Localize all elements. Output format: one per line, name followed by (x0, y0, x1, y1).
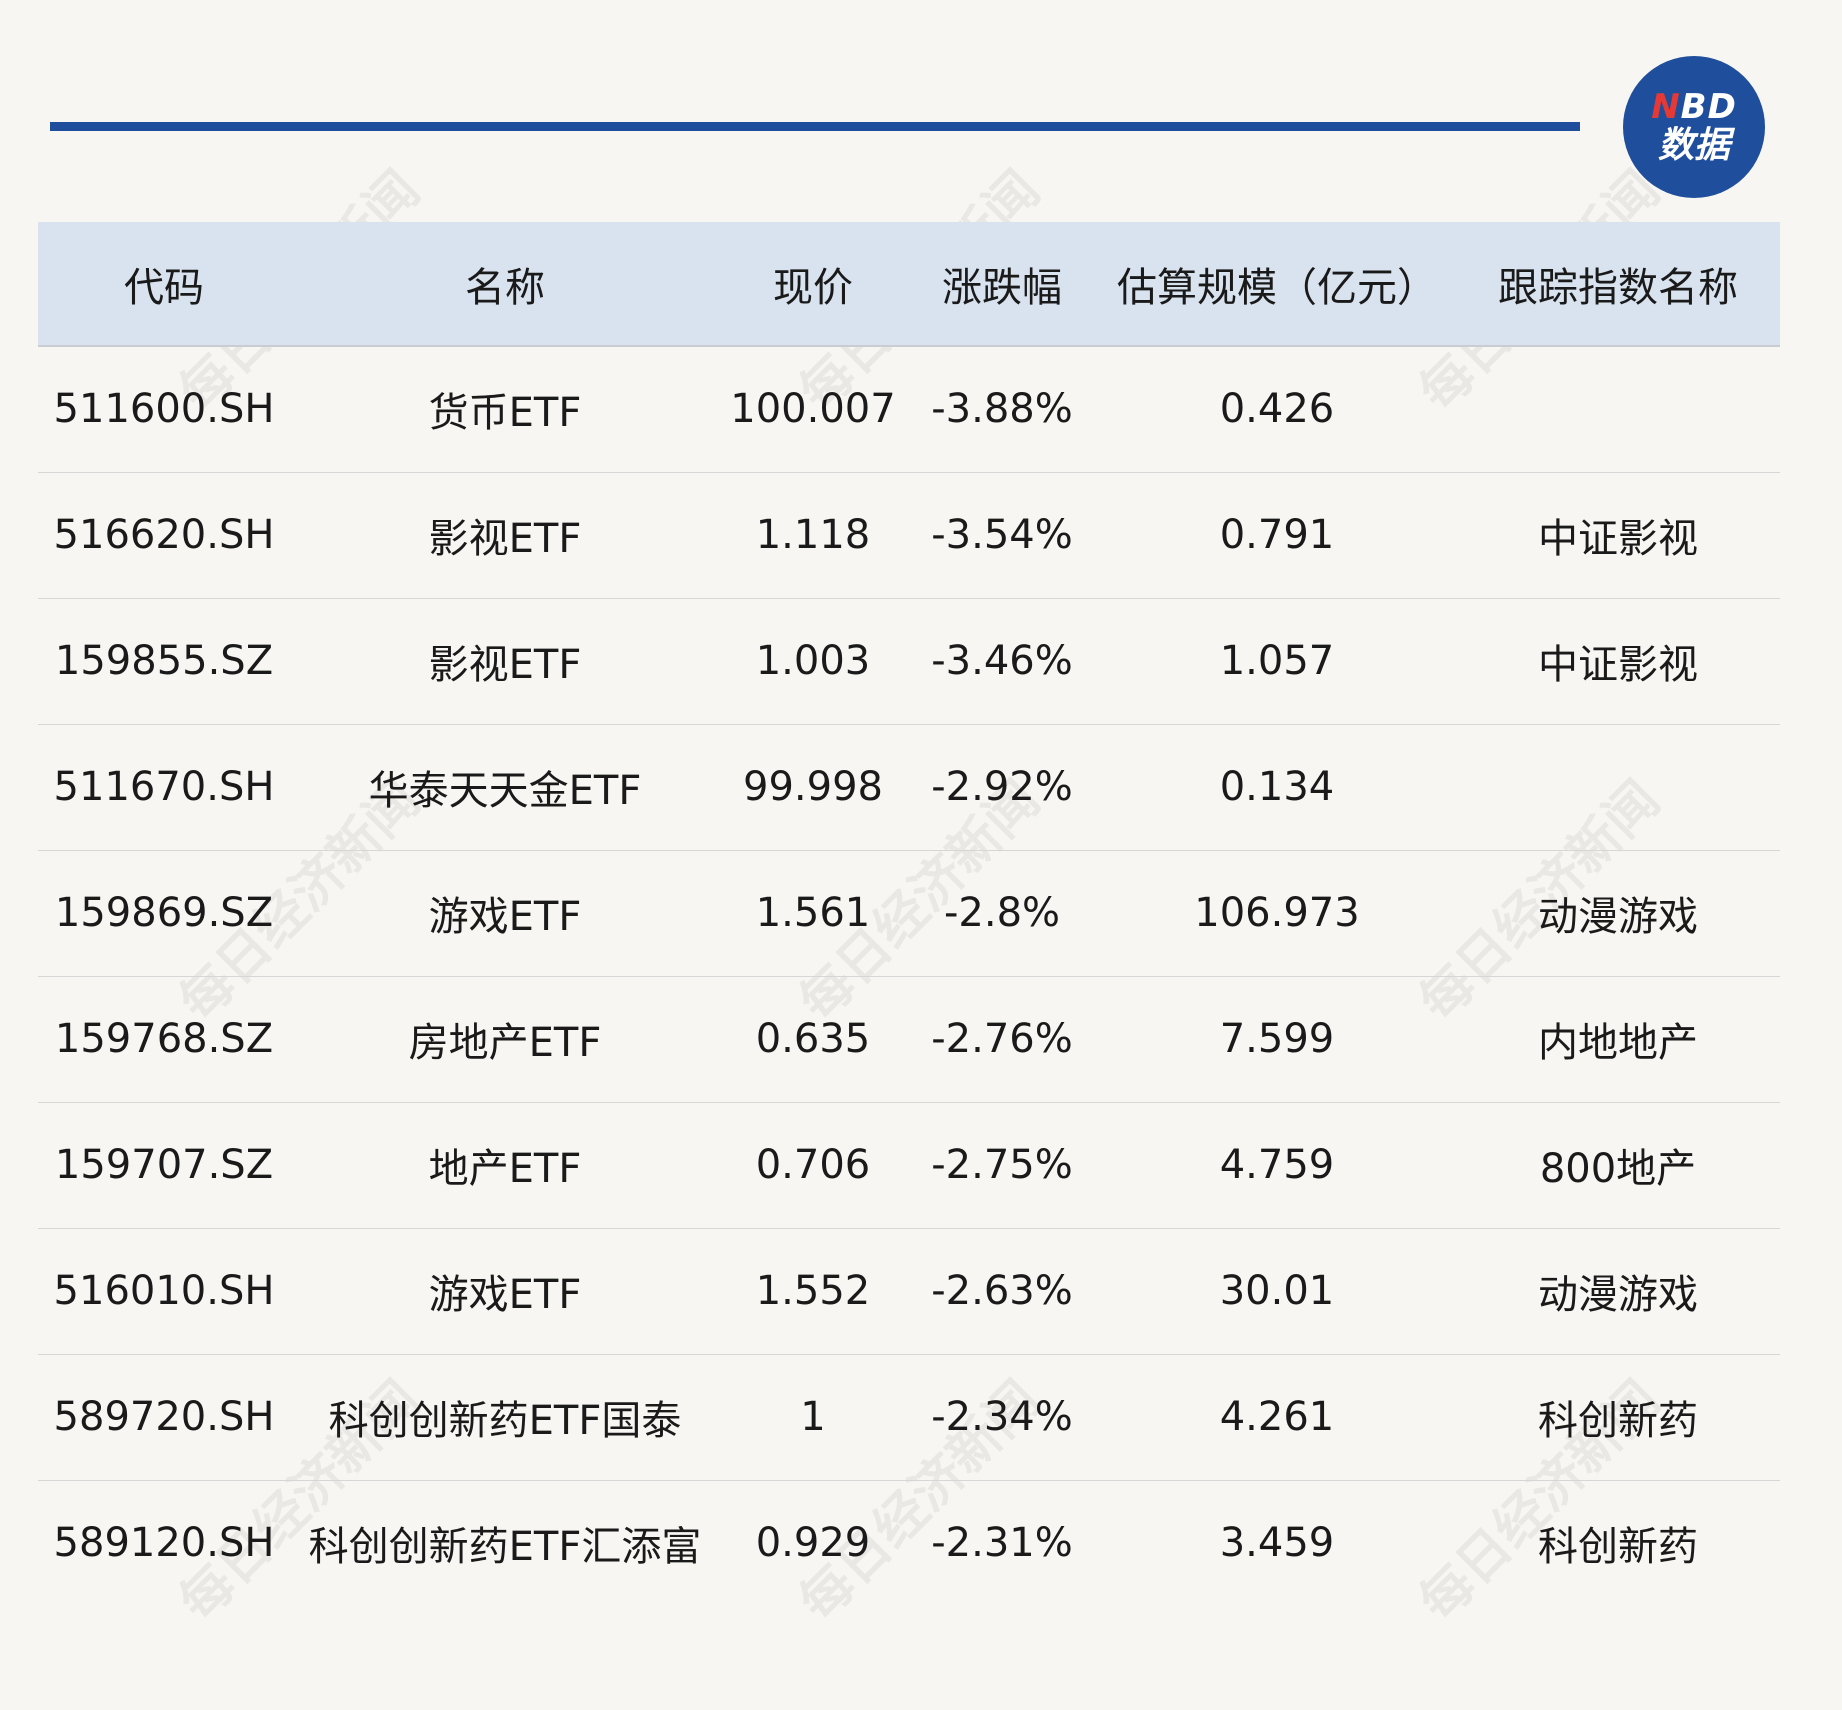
cell-name: 影视ETF (290, 472, 720, 599)
table-row: 516620.SH 影视ETF 1.118 -3.54% 0.791 中证影视 (38, 472, 1780, 599)
table-row: 159768.SZ 房地产ETF 0.635 -2.76% 7.599 内地地产 (38, 976, 1780, 1103)
cell-scale: 3.459 (1219, 1520, 1335, 1567)
table-row: 589720.SH 科创创新药ETF国泰 1 -2.34% 4.261 科创新药 (38, 1354, 1780, 1481)
logo-bottom: 数据 (1657, 125, 1730, 166)
cell-index: 内地地产 (1456, 976, 1780, 1103)
cell-scale: 4.261 (1098, 1354, 1456, 1481)
cell-scale: 4.759 (1098, 1102, 1456, 1229)
cell-code: 159855.SZ (38, 598, 290, 725)
cell-name: 房地产ETF (290, 976, 720, 1103)
cell-index: 中证影视 (1456, 598, 1780, 725)
cell-name: 游戏ETF (290, 850, 720, 977)
cell-scale: 106.973 (1098, 850, 1456, 977)
cell-change: -2.76% (906, 976, 1098, 1103)
cell-price: 1.118 (720, 472, 906, 599)
cell-name: 游戏ETF (290, 1228, 720, 1355)
cell-index: 动漫游戏 (1456, 850, 1780, 977)
cell-price: 1 (720, 1354, 906, 1481)
cell-code: 589720.SH (38, 1354, 290, 1481)
header-price: 现价 (720, 222, 906, 347)
cell-change: -2.92% (906, 724, 1098, 851)
logo-bd: BD (1680, 87, 1737, 127)
cell-name: 影视ETF (290, 598, 720, 725)
cell-change: -3.54% (906, 472, 1098, 599)
cell-index: 800地产 (1456, 1102, 1780, 1229)
cell-change: -2.75% (906, 1102, 1098, 1229)
cell-price: 0.635 (720, 976, 906, 1103)
cell-index: 科创新药 (1456, 1354, 1780, 1481)
cell-change: -2.31% (931, 1520, 1073, 1567)
logo-n: N (1651, 87, 1681, 127)
cell-price: 0.929 (755, 1520, 871, 1567)
cell-code: 516620.SH (38, 472, 290, 599)
cell-scale: 7.599 (1098, 976, 1456, 1103)
header-scale: 估算规模（亿元） (1098, 222, 1456, 347)
cell-scale: 30.01 (1098, 1228, 1456, 1355)
header-code: 代码 (38, 222, 290, 347)
header-index: 跟踪指数名称 (1456, 222, 1780, 347)
cell-name: 货币ETF (290, 346, 720, 473)
cell-code: 516010.SH (38, 1228, 290, 1355)
table-row: 516010.SH 游戏ETF 1.552 -2.63% 30.01 动漫游戏 (38, 1228, 1780, 1355)
cell-scale: 0.134 (1098, 724, 1456, 851)
cell-code: 159869.SZ (38, 850, 290, 977)
cell-scale: 0.426 (1098, 346, 1456, 473)
cell-code: 589120.SH (53, 1520, 275, 1567)
cell-name: 科创创新药ETF汇添富 (308, 1524, 702, 1571)
cell-scale: 1.057 (1098, 598, 1456, 725)
nbd-logo: NBD 数据 (1623, 56, 1765, 198)
cell-price: 1.561 (720, 850, 906, 977)
cell-code: 159707.SZ (38, 1102, 290, 1229)
cell-name: 华泰天天金ETF (290, 724, 720, 851)
cell-code: 511600.SH (38, 346, 290, 473)
cell-price: 1.552 (720, 1228, 906, 1355)
cell-code: 511670.SH (38, 724, 290, 851)
top-rule (50, 122, 1580, 131)
etf-table: 代码 名称 现价 涨跌幅 估算规模（亿元） 跟踪指数名称 511600.SH 货… (38, 222, 1780, 1606)
cell-change: -2.8% (906, 850, 1098, 977)
table-row: 589120.SH 科创创新药ETF汇添富 0.929 -2.31% 3.459… (38, 1480, 1780, 1606)
table-row: 511600.SH 货币ETF 100.007 -3.88% 0.426 (38, 346, 1780, 473)
cell-index: 科创新药 (1538, 1524, 1698, 1571)
logo-top: NBD (1651, 90, 1737, 124)
table-row: 511670.SH 华泰天天金ETF 99.998 -2.92% 0.134 (38, 724, 1780, 851)
cell-index: 动漫游戏 (1456, 1228, 1780, 1355)
cell-price: 100.007 (720, 346, 906, 473)
table-row: 159869.SZ 游戏ETF 1.561 -2.8% 106.973 动漫游戏 (38, 850, 1780, 977)
cell-price: 1.003 (720, 598, 906, 725)
header-name: 名称 (290, 222, 720, 347)
cell-name: 科创创新药ETF国泰 (290, 1354, 720, 1481)
cell-change: -3.46% (906, 598, 1098, 725)
cell-change: -2.34% (906, 1354, 1098, 1481)
cell-scale: 0.791 (1098, 472, 1456, 599)
cell-index (1456, 346, 1780, 473)
cell-price: 0.706 (720, 1102, 906, 1229)
header-change: 涨跌幅 (906, 222, 1098, 347)
table-row: 159855.SZ 影视ETF 1.003 -3.46% 1.057 中证影视 (38, 598, 1780, 725)
cell-change: -2.63% (906, 1228, 1098, 1355)
cell-name: 地产ETF (290, 1102, 720, 1229)
cell-price: 99.998 (720, 724, 906, 851)
cell-index: 中证影视 (1456, 472, 1780, 599)
table-row: 159707.SZ 地产ETF 0.706 -2.75% 4.759 800地产 (38, 1102, 1780, 1229)
cell-code: 159768.SZ (38, 976, 290, 1103)
cell-index (1456, 724, 1780, 851)
cell-change: -3.88% (906, 346, 1098, 473)
table-header-row: 代码 名称 现价 涨跌幅 估算规模（亿元） 跟踪指数名称 (38, 222, 1780, 347)
